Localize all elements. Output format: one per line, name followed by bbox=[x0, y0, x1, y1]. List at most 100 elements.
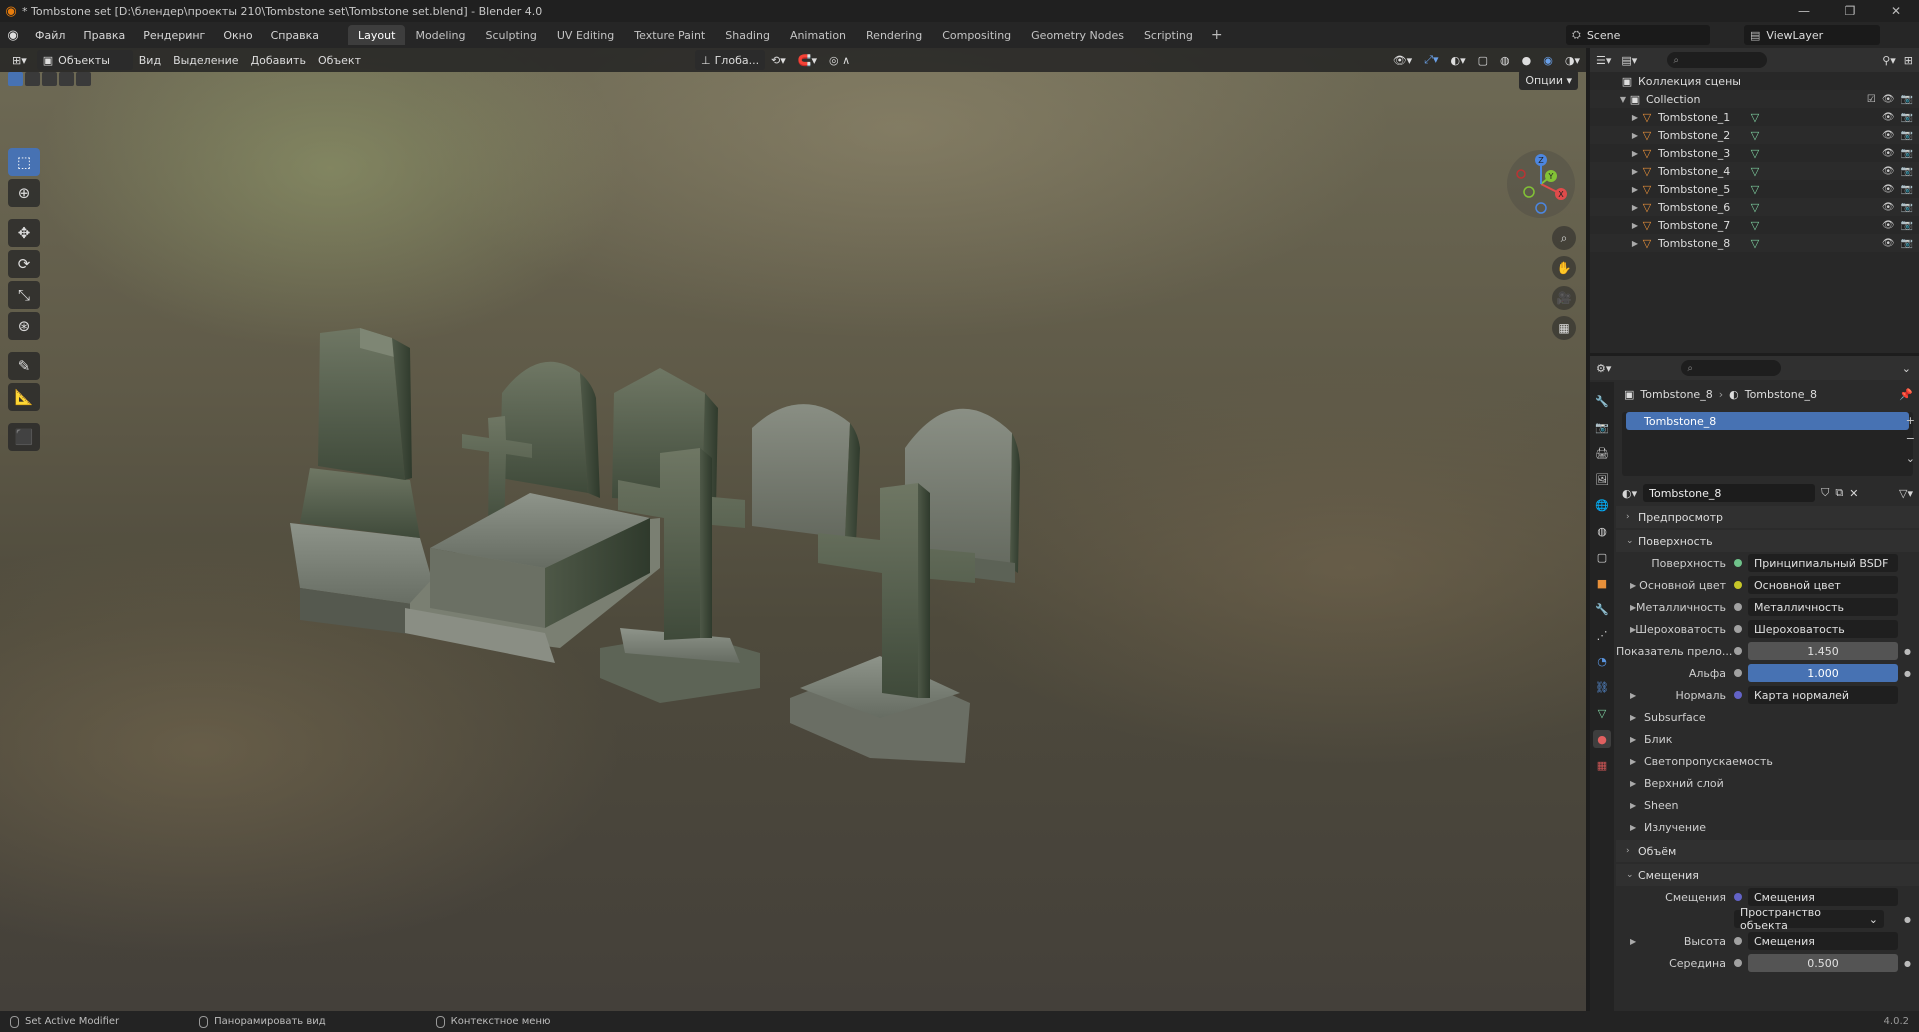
outliner-object-row[interactable]: ▶ ▽ Tombstone_6 ▽ 👁 📷 bbox=[1590, 198, 1919, 216]
socket-icon[interactable] bbox=[1734, 647, 1742, 655]
blender-menu-icon[interactable]: ◉ bbox=[0, 22, 26, 48]
expand-chevron-icon[interactable]: ▶ bbox=[1630, 581, 1636, 590]
tab-modeling[interactable]: Modeling bbox=[405, 25, 475, 45]
property-value-field[interactable]: Карта нормалей bbox=[1748, 686, 1898, 704]
unlink-material-icon[interactable]: ✕ bbox=[1849, 487, 1858, 500]
menu-render[interactable]: Рендеринг bbox=[134, 22, 214, 48]
close-icon[interactable]: ✕ bbox=[1873, 0, 1919, 22]
material-tab-icon[interactable]: ● bbox=[1593, 730, 1611, 748]
subpanel-row[interactable]: ▶ Блик bbox=[1616, 728, 1919, 750]
keyframe-dot-icon[interactable]: ● bbox=[1904, 669, 1911, 678]
keyframe-dot-icon[interactable]: ● bbox=[1904, 959, 1911, 968]
expand-chevron-icon[interactable]: ▶ bbox=[1630, 113, 1640, 122]
add-workspace-button[interactable]: + bbox=[1203, 27, 1231, 43]
eye-icon[interactable]: 👁 bbox=[1882, 166, 1895, 177]
socket-icon[interactable] bbox=[1734, 603, 1742, 611]
pan-hand-icon[interactable]: ✋ bbox=[1552, 256, 1576, 280]
tab-shading[interactable]: Shading bbox=[715, 25, 780, 45]
world-tab-icon[interactable]: ◍ bbox=[1593, 522, 1611, 540]
socket-icon[interactable] bbox=[1734, 581, 1742, 589]
filter-icon[interactable]: ⚲▾ bbox=[1882, 54, 1896, 67]
collection-tab-icon[interactable]: ▢ bbox=[1593, 548, 1611, 566]
tab-sculpting[interactable]: Sculpting bbox=[476, 25, 547, 45]
eye-icon[interactable]: 👁 bbox=[1882, 202, 1895, 213]
particles-tab-icon[interactable]: ⋰ bbox=[1593, 626, 1611, 644]
socket-icon[interactable] bbox=[1734, 893, 1742, 901]
menu-help[interactable]: Справка bbox=[262, 22, 328, 48]
preview-section[interactable]: › Предпросмотр bbox=[1616, 506, 1919, 528]
socket-icon[interactable] bbox=[1734, 625, 1742, 633]
property-value-field[interactable]: 1.450 bbox=[1748, 642, 1898, 660]
expand-chevron-icon[interactable]: ▶ bbox=[1630, 203, 1640, 212]
new-collection-icon[interactable]: ⊞ bbox=[1904, 54, 1913, 67]
menu-file[interactable]: Файл bbox=[26, 22, 74, 48]
subpanel-row[interactable]: ▶ Излучение bbox=[1616, 816, 1919, 838]
fake-user-icon[interactable]: ⛉ bbox=[1821, 486, 1829, 500]
tab-geometry-nodes[interactable]: Geometry Nodes bbox=[1021, 25, 1134, 45]
expand-chevron-icon[interactable]: ▶ bbox=[1630, 603, 1636, 612]
minimize-icon[interactable]: — bbox=[1781, 0, 1827, 22]
expand-chevron-icon[interactable]: ▶ bbox=[1630, 239, 1640, 248]
menu-edit[interactable]: Правка bbox=[74, 22, 134, 48]
mesh-data-icon[interactable]: ▽ bbox=[1748, 200, 1762, 214]
mesh-data-icon[interactable]: ▽ bbox=[1748, 182, 1762, 196]
header-chevron-icon[interactable]: ⌄ bbox=[1902, 362, 1911, 375]
pin-icon[interactable]: 📌 bbox=[1899, 388, 1913, 401]
tool-tab-icon[interactable]: 🔧 bbox=[1593, 392, 1611, 410]
eye-icon[interactable]: 👁 bbox=[1882, 148, 1895, 159]
space-select[interactable]: Пространство объекта ⌄ bbox=[1734, 906, 1884, 932]
property-value-field[interactable]: Металличность bbox=[1748, 598, 1898, 616]
socket-icon[interactable] bbox=[1734, 691, 1742, 699]
camera-render-icon[interactable]: 📷 bbox=[1901, 220, 1913, 231]
outliner-editor-icon[interactable]: ☰▾ bbox=[1596, 54, 1611, 67]
object-tab-icon[interactable]: ■ bbox=[1593, 574, 1611, 592]
outliner-object-row[interactable]: ▶ ▽ Tombstone_4 ▽ 👁 📷 bbox=[1590, 162, 1919, 180]
tab-rendering[interactable]: Rendering bbox=[856, 25, 932, 45]
zoom-icon[interactable]: ⌕ bbox=[1552, 226, 1576, 250]
3d-viewport[interactable]: ⊞▾ ▣ Объекты Вид Выделение Добавить Объе… bbox=[0, 48, 1586, 1011]
properties-search-input[interactable]: ⌕ bbox=[1681, 360, 1782, 376]
maximize-icon[interactable]: ❐ bbox=[1827, 0, 1873, 22]
camera-view-icon[interactable]: 🎥 bbox=[1552, 286, 1576, 310]
expand-chevron-icon[interactable]: ▶ bbox=[1630, 221, 1640, 230]
output-tab-icon[interactable]: 🖨 bbox=[1593, 444, 1611, 462]
mesh-data-icon[interactable]: ▽ bbox=[1748, 218, 1762, 232]
subpanel-row[interactable]: ▶ Sheen bbox=[1616, 794, 1919, 816]
expand-chevron-icon[interactable]: ▶ bbox=[1630, 691, 1636, 700]
displacement-section[interactable]: ⌄ Смещения bbox=[1616, 864, 1919, 886]
properties-editor-icon[interactable]: ⚙▾ bbox=[1596, 362, 1611, 375]
mesh-data-icon[interactable]: ▽ bbox=[1748, 128, 1762, 142]
render-tab-icon[interactable]: 📷 bbox=[1593, 418, 1611, 436]
tab-texture-paint[interactable]: Texture Paint bbox=[624, 25, 715, 45]
eye-icon[interactable]: 👁 bbox=[1882, 112, 1895, 123]
expand-chevron-icon[interactable]: ▶ bbox=[1630, 167, 1640, 176]
property-value-field[interactable]: Смещения bbox=[1748, 888, 1898, 906]
expand-chevron-icon[interactable]: ▶ bbox=[1630, 937, 1636, 946]
tab-uv-editing[interactable]: UV Editing bbox=[547, 25, 624, 45]
socket-icon[interactable] bbox=[1734, 937, 1742, 945]
mesh-data-icon[interactable]: ▽ bbox=[1748, 110, 1762, 124]
eye-icon[interactable]: 👁 bbox=[1882, 94, 1895, 105]
display-mode-icon[interactable]: ▤▾ bbox=[1621, 54, 1637, 67]
outliner-object-row[interactable]: ▶ ▽ Tombstone_3 ▽ 👁 📷 bbox=[1590, 144, 1919, 162]
outliner-object-row[interactable]: ▶ ▽ Tombstone_8 ▽ 👁 📷 bbox=[1590, 234, 1919, 252]
camera-render-icon[interactable]: 📷 bbox=[1901, 94, 1913, 105]
navigation-gizmo[interactable]: X Y Z bbox=[1505, 148, 1577, 220]
data-tab-icon[interactable]: ▽ bbox=[1593, 704, 1611, 722]
eye-icon[interactable]: 👁 bbox=[1882, 130, 1895, 141]
tab-animation[interactable]: Animation bbox=[780, 25, 856, 45]
material-filter-icon[interactable]: ▽▾ bbox=[1899, 487, 1913, 500]
collection-row[interactable]: ▼ ▣ Collection ☑ 👁 📷 bbox=[1590, 90, 1919, 108]
mesh-data-icon[interactable]: ▽ bbox=[1748, 164, 1762, 178]
socket-icon[interactable] bbox=[1734, 559, 1742, 567]
modifier-tab-icon[interactable]: 🔧 bbox=[1593, 600, 1611, 618]
add-slot-button[interactable]: + bbox=[1906, 414, 1915, 427]
subpanel-row[interactable]: ▶ Светопропускаемость bbox=[1616, 750, 1919, 772]
socket-icon[interactable] bbox=[1734, 669, 1742, 677]
outliner-search-input[interactable]: ⌕ bbox=[1667, 52, 1768, 68]
view-layer-tab-icon[interactable]: 🖼 bbox=[1593, 470, 1611, 488]
camera-render-icon[interactable]: 📷 bbox=[1901, 202, 1913, 213]
subpanel-row[interactable]: ▶ Subsurface bbox=[1616, 706, 1919, 728]
material-name-field[interactable]: Tombstone_8 bbox=[1643, 484, 1816, 502]
mesh-data-icon[interactable]: ▽ bbox=[1748, 146, 1762, 160]
